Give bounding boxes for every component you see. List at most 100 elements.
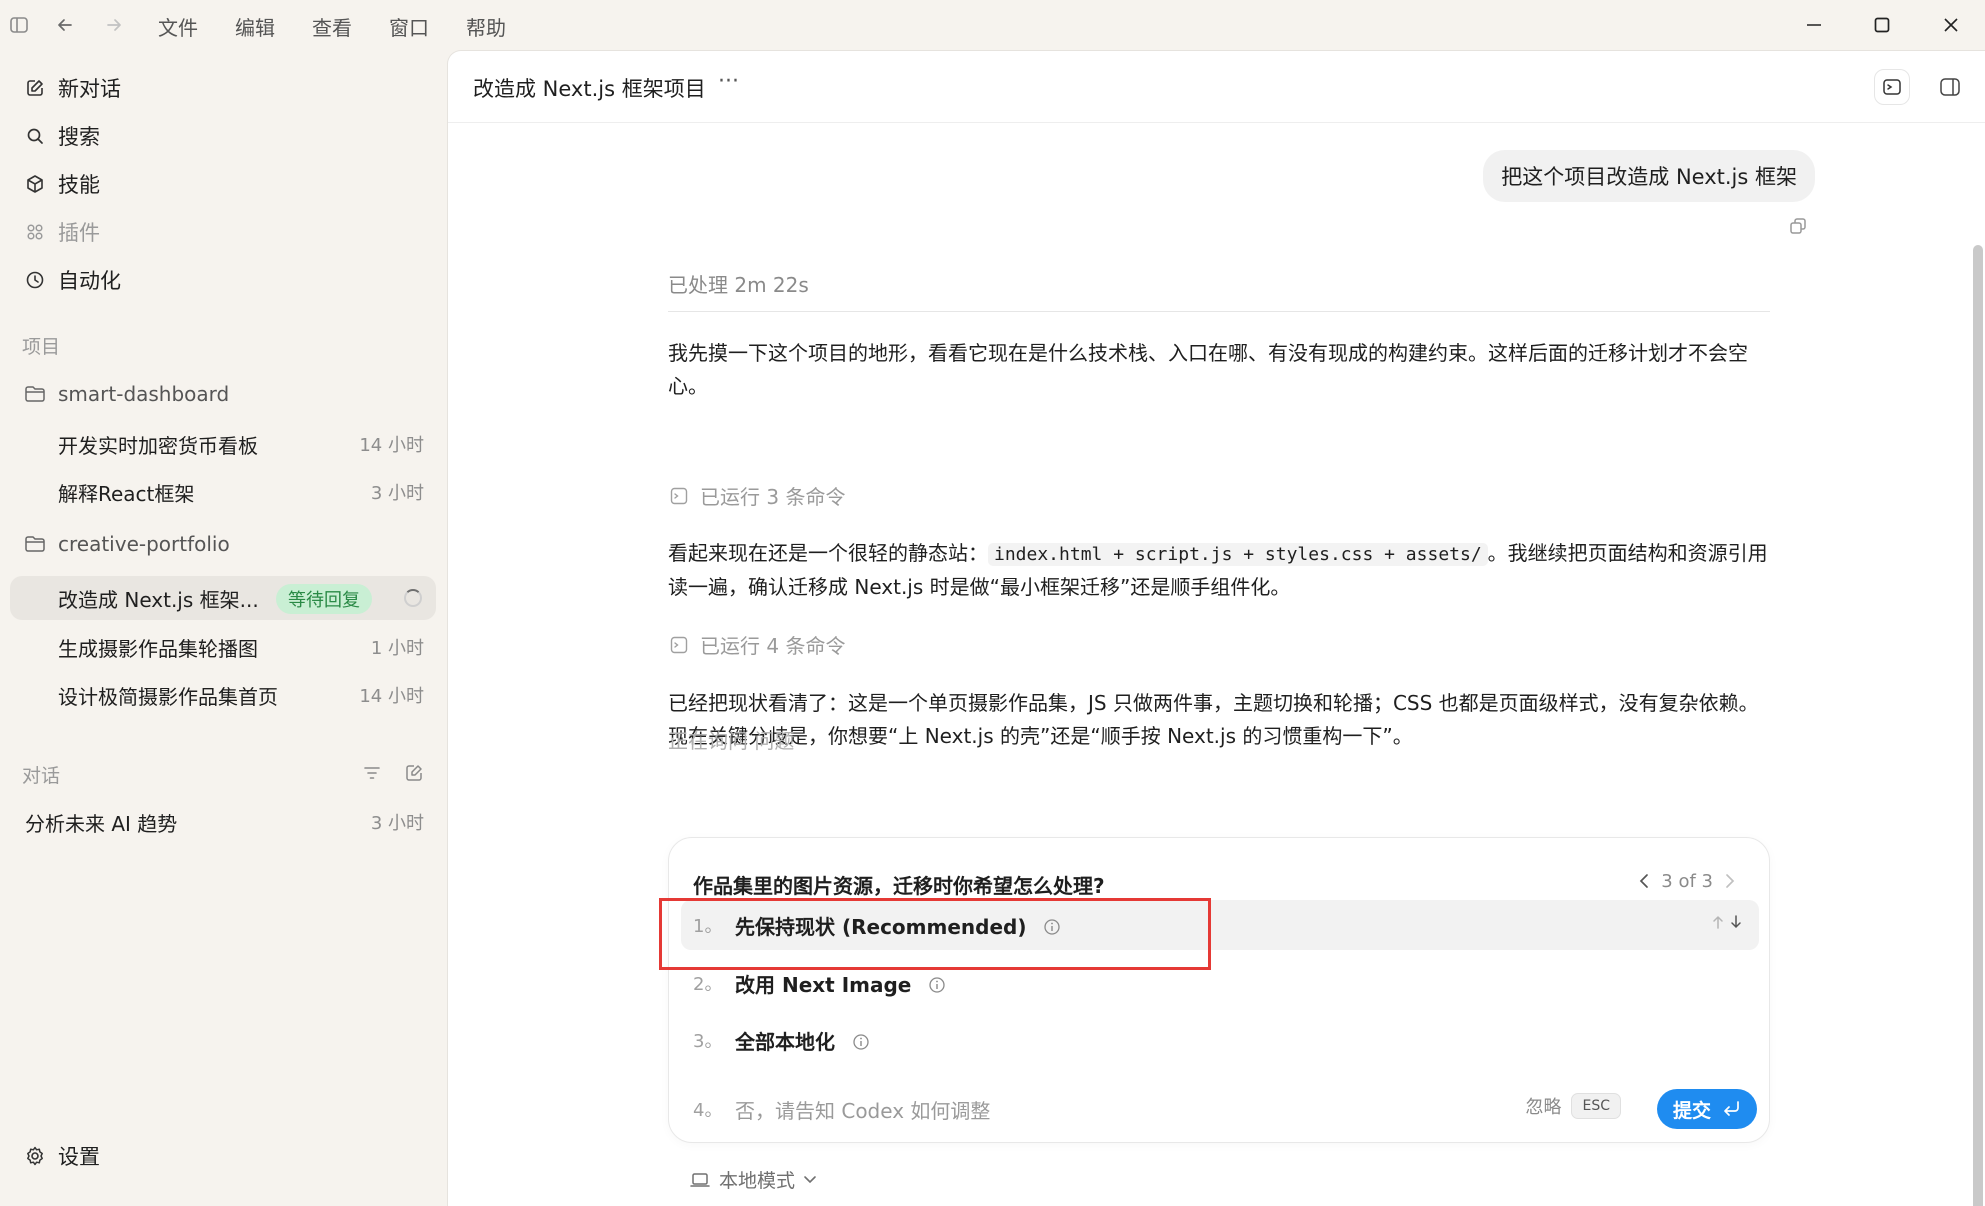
menu-help[interactable]: 帮助: [466, 12, 506, 41]
user-message-text: 把这个项目改造成 Next.js 框架: [1501, 165, 1797, 189]
assistant-paragraph: 看起来现在还是一个很轻的静态站： index.html + script.js +…: [668, 537, 1778, 604]
conversations-section-label: 对话: [22, 765, 61, 787]
menu-view[interactable]: 查看: [312, 12, 352, 41]
sidebar-item-label: 新对话: [58, 77, 121, 101]
sidebar-item-skills[interactable]: 技能: [22, 164, 100, 204]
option-label: 先保持现状 (Recommended): [735, 911, 1061, 940]
chevron-left-icon[interactable]: [1633, 870, 1655, 892]
pager-text: 3 of 3: [1661, 870, 1713, 892]
processed-duration[interactable]: 已处理 2m 22s: [668, 269, 809, 298]
option-number: 4。: [693, 1100, 723, 1121]
user-message-bubble: 把这个项目改造成 Next.js 框架: [1483, 150, 1815, 202]
option-placeholder: 否，请告知 Codex 如何调整: [735, 1098, 991, 1123]
submit-label: 提交: [1672, 1100, 1711, 1122]
thread-item[interactable]: 生成摄影作品集轮播图 1 小时: [10, 625, 436, 669]
sidebar-item-new-chat[interactable]: 新对话: [22, 68, 121, 108]
maximize-icon[interactable]: [1867, 10, 1897, 40]
thread-item-active[interactable]: 改造成 Next.js 框架... 等待回复: [10, 576, 436, 620]
grid-icon: [22, 219, 48, 245]
thread-item[interactable]: 解释React框架 3 小时: [10, 470, 436, 514]
local-mode-label: 本地模式: [719, 1170, 796, 1192]
gear-icon: [22, 1143, 48, 1169]
ignore-label: 忽略: [1525, 1097, 1562, 1118]
terminal-icon: [1883, 79, 1901, 95]
arrow-down-icon[interactable]: [1729, 914, 1743, 930]
ran-commands-toggle[interactable]: 已运行 4 条命令: [668, 630, 845, 659]
project-folder-smart-dashboard[interactable]: smart-dashboard: [22, 376, 229, 412]
thread-time: 3 小时: [370, 483, 424, 504]
more-options-button[interactable]: ···: [718, 69, 739, 94]
project-name: creative-portfolio: [58, 532, 230, 556]
thread-title: 分析未来 AI 趋势: [25, 811, 178, 836]
option-label-text: 全部本地化: [735, 1029, 835, 1054]
thread-title: 生成摄影作品集轮播图: [58, 636, 258, 661]
divider: [668, 311, 1770, 312]
title-bar: 文件 编辑 查看 窗口 帮助: [0, 0, 1985, 50]
ran-commands-toggle[interactable]: 已运行 3 条命令: [668, 481, 845, 510]
page-title: 改造成 Next.js 框架项目: [473, 77, 706, 101]
main-header: 改造成 Next.js 框架项目 ···: [448, 51, 1985, 123]
option-label-text: 先保持现状 (Recommended): [735, 914, 1027, 939]
panel-toggle-button[interactable]: [1932, 69, 1968, 105]
new-chat-icon[interactable]: [402, 761, 426, 785]
edit-icon: [22, 75, 48, 101]
sidebar-toggle-icon[interactable]: [6, 12, 32, 38]
back-arrow-icon[interactable]: [52, 12, 78, 38]
question-title: 作品集里的图片资源，迁移时你希望怎么处理?: [693, 874, 1105, 898]
filter-icon[interactable]: [360, 761, 384, 785]
sidebar-item-label: 插件: [58, 221, 100, 245]
loading-spinner-icon: [404, 589, 422, 607]
paragraph-text: 看起来现在还是一个很轻的静态站：: [668, 541, 988, 565]
scrollbar-thumb[interactable]: [1973, 245, 1983, 1206]
option-label-text: 改用 Next Image: [735, 972, 912, 997]
laptop-icon: [690, 1172, 710, 1187]
settings-label: 设置: [58, 1145, 100, 1169]
sidebar-item-label: 自动化: [58, 269, 121, 293]
copy-icon[interactable]: [1788, 216, 1808, 240]
option-label: 改用 Next Image: [735, 969, 946, 998]
submit-button[interactable]: 提交: [1656, 1089, 1757, 1129]
ran-commands-label: 已运行 3 条命令: [700, 485, 846, 509]
status-badge: 等待回复: [276, 584, 372, 614]
folder-icon: [22, 381, 48, 407]
menu-edit[interactable]: 编辑: [235, 12, 275, 41]
sidebar-item-plugins[interactable]: 插件: [22, 212, 100, 252]
sidebar-item-automation[interactable]: 自动化: [22, 260, 121, 300]
terminal-icon: [668, 634, 690, 656]
forward-arrow-icon[interactable]: [101, 12, 127, 38]
option-4-custom-input[interactable]: 4。 否，请告知 Codex 如何调整: [681, 1084, 1441, 1134]
terminal-icon: [668, 485, 690, 507]
option-label: 全部本地化: [735, 1026, 870, 1055]
sidebar-item-label: 搜索: [58, 125, 100, 149]
sidebar-item-search[interactable]: 搜索: [22, 116, 100, 156]
thread-title: 改造成 Next.js 框架...: [58, 587, 259, 612]
projects-section-label: 项目: [22, 336, 61, 358]
enter-icon: [1724, 1101, 1739, 1116]
minimize-icon[interactable]: [1799, 10, 1829, 40]
terminal-toggle-button[interactable]: [1874, 69, 1910, 105]
thread-time: 3 小时: [370, 813, 424, 834]
menu-window[interactable]: 窗口: [389, 12, 429, 41]
ignore-button[interactable]: 忽略 ESC: [1525, 1093, 1621, 1119]
thread-item[interactable]: 设计极简摄影作品集首页 14 小时: [10, 673, 436, 717]
option-3[interactable]: 3。 全部本地化: [681, 1015, 1759, 1065]
thread-time: 14 小时: [359, 686, 424, 707]
thread-item[interactable]: 开发实时加密货币看板 14 小时: [10, 422, 436, 466]
option-1[interactable]: 1。 先保持现状 (Recommended): [681, 900, 1759, 950]
option-number: 3。: [693, 1031, 723, 1052]
sidebar: 新对话 搜索 技能 插件 自动化 项目 smart-dashboard 开发实时…: [0, 50, 447, 1206]
menu-file[interactable]: 文件: [158, 12, 198, 41]
conversation-item[interactable]: 分析未来 AI 趋势 3 小时: [0, 800, 436, 844]
chevron-right-icon[interactable]: [1719, 870, 1741, 892]
side-panel-icon: [1940, 78, 1960, 96]
settings-button[interactable]: 设置: [22, 1136, 100, 1176]
asking-status: 正在询问 问题: [668, 729, 795, 753]
ran-commands-label: 已运行 4 条命令: [700, 634, 846, 658]
scrollbar[interactable]: [1971, 125, 1985, 1206]
local-mode-selector[interactable]: 本地模式: [689, 1166, 817, 1193]
info-icon: [929, 976, 945, 993]
project-folder-creative-portfolio[interactable]: creative-portfolio: [22, 526, 230, 562]
option-2[interactable]: 2。 改用 Next Image: [681, 958, 1759, 1008]
close-icon[interactable]: [1936, 10, 1966, 40]
arrow-up-icon[interactable]: [1711, 914, 1725, 930]
